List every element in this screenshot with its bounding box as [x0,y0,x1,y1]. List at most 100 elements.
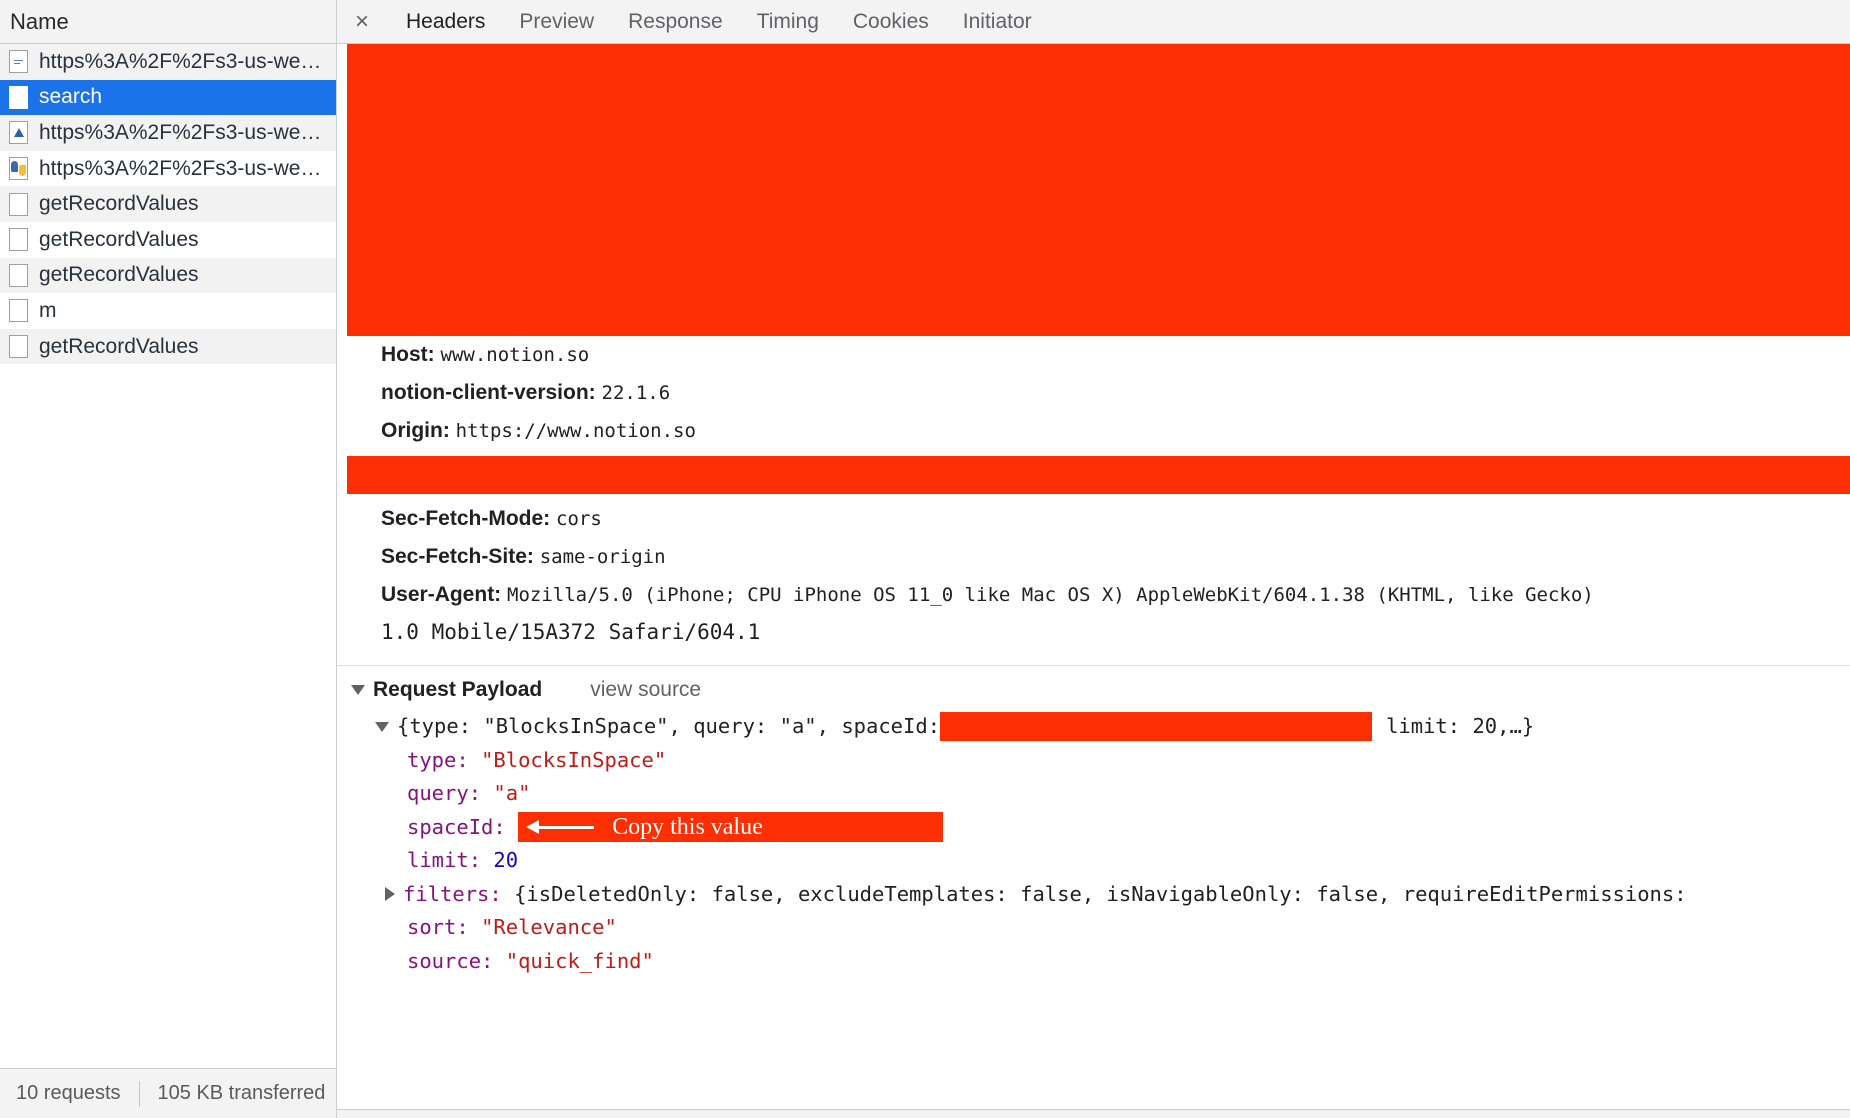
document-blank-icon [9,299,28,323]
redaction-bar-spaceid-summary [940,712,1373,742]
chevron-right-icon[interactable] [385,887,395,902]
copy-this-value-annotation: Copy this value [518,812,944,843]
request-list-item[interactable]: m [0,293,336,329]
payload-entry: filters: {isDeletedOnly: false, excludeT… [375,878,1850,912]
network-status-bar: 10 requests 105 KB transferred [0,1068,336,1118]
request-list-item[interactable]: getRecordValues [0,328,336,365]
payload-entry: sort: "Relevance" [375,911,1850,945]
request-list-column-header[interactable]: Name [0,0,336,44]
user-agent-value-line-1: Mozilla/5.0 (iPhone; CPU iPhone OS 11_0 … [507,584,1594,606]
payload-summary-prefix: {type: "BlocksInSpace", query: "a", spac… [397,714,941,738]
document-lines-icon [9,50,28,74]
header-value: cors [556,508,602,530]
chevron-down-icon-payload-root[interactable] [375,721,389,732]
request-name: search [39,85,103,109]
left-arrow-icon [526,818,596,836]
redaction-bar-headers-top [347,44,1850,336]
header-rows-group-1: Host: www.notion.so notion-client-version… [337,336,1850,450]
document-triangle-icon [9,121,28,145]
document-blank-icon [9,228,28,252]
header-value: 22.1.6 [601,382,671,404]
payload-entry: limit: 20 [375,844,1850,878]
payload-entry: source: "quick_find" [375,945,1850,979]
tab-cookies[interactable]: Cookies [836,0,946,44]
devtools-network-panel: Name https%3A%2F%2Fs3-us-we… search https%… [0,0,1850,1118]
request-list-item[interactable]: getRecordValues [0,221,336,258]
request-list-item[interactable]: search [0,79,336,116]
request-list-item[interactable]: https%3A%2F%2Fs3-us-we… [0,44,336,80]
request-payload-tree: {type: "BlocksInSpace", query: "a", spac… [337,710,1850,978]
detail-bottom-edge [337,1109,1850,1118]
user-agent-value-line-2: 1.0 Mobile/15A372 Safari/604.1 [381,620,761,644]
payload-entry: spaceId: Copy this value [375,811,1850,845]
payload-value: "Relevance" [481,915,617,939]
header-name: notion-client-version: [381,381,596,404]
tab-headers[interactable]: Headers [389,0,502,44]
document-blank-icon [9,263,28,287]
request-name: getRecordValues [39,192,199,216]
header-row: Host: www.notion.so [337,336,1850,374]
status-divider [138,1080,140,1107]
close-icon[interactable]: × [345,5,379,39]
document-python-icon [9,157,28,181]
chevron-down-icon[interactable] [351,685,365,695]
user-agent-row: User-Agent: Mozilla/5.0 (iPhone; CPU iPh… [337,576,1850,651]
tab-preview[interactable]: Preview [502,0,611,44]
request-name: https%3A%2F%2Fs3-us-we… [39,120,322,144]
payload-key: filters: [403,881,502,906]
request-list[interactable]: https%3A%2F%2Fs3-us-we… search https%3A%2F… [0,44,336,1068]
request-payload-header: Request Payload view source [337,666,1850,710]
view-source-link[interactable]: view source [590,678,701,702]
header-value: www.notion.so [440,344,590,366]
request-name: getRecordValues [39,263,199,287]
header-row: Origin: https://www.notion.so [337,412,1850,450]
request-list-item[interactable]: https%3A%2F%2Fs3-us-we… [0,115,336,151]
request-list-item[interactable]: https%3A%2F%2Fs3-us-we… [0,150,336,187]
tab-timing[interactable]: Timing [740,0,836,44]
request-list-item[interactable]: getRecordValues [0,186,336,222]
redaction-bar-header-middle [347,456,1850,494]
payload-summary-suffix: limit: 20,…} [1386,714,1535,738]
annotation-text: Copy this value [612,813,763,840]
header-value: https://www.notion.so [455,420,696,442]
payload-value: {isDeletedOnly: false, excludeTemplates:… [514,881,1687,906]
request-list-panel: Name https%3A%2F%2Fs3-us-we… search https%… [0,0,337,1118]
document-blank-icon [9,85,28,109]
request-name: getRecordValues [39,227,199,251]
detail-tabbar: × Headers Preview Response Timing Cookies Ini… [337,0,1850,44]
request-name: https%3A%2F%2Fs3-us-we… [39,49,322,73]
payload-key: spaceId: [407,814,506,839]
payload-entry-list: type: "BlocksInSpace" query: "a" spaceId: … [375,744,1850,979]
transferred-size: 105 KB transferred [157,1082,326,1104]
header-name: Origin: [381,419,450,442]
payload-value: 20 [493,848,519,872]
header-row: Sec-Fetch-Site: same-origin [337,538,1850,576]
tab-initiator[interactable]: Initiator [946,0,1049,44]
user-agent-line-1: User-Agent: Mozilla/5.0 (iPhone; CPU iPh… [381,576,1850,614]
request-list-item[interactable]: getRecordValues [0,257,336,294]
header-name: Sec-Fetch-Site: [381,545,534,568]
header-name: Host: [381,343,435,366]
header-row: Sec-Fetch-Mode: cors [337,500,1850,538]
payload-summary-row[interactable]: {type: "BlocksInSpace", query: "a", spac… [375,710,1850,744]
header-row: notion-client-version: 22.1.6 [337,374,1850,412]
tab-response[interactable]: Response [611,0,740,44]
header-rows-group-2: Sec-Fetch-Mode: cors Sec-Fetch-Site: same… [337,500,1850,576]
user-agent-label: User-Agent: [381,583,502,606]
payload-value: "a" [493,781,531,805]
payload-key: source: [407,948,494,973]
document-blank-icon [9,335,28,359]
payload-entry: type: "BlocksInSpace" [375,744,1850,778]
payload-key: sort: [407,915,469,939]
request-name: https%3A%2F%2Fs3-us-we… [39,156,322,180]
tab-group: Headers Preview Response Timing Cookies Initi… [389,0,1049,44]
header-name: Sec-Fetch-Mode: [381,507,551,530]
column-header-name: Name [10,8,69,34]
payload-value: "quick_find" [505,948,654,973]
detail-scroll-area[interactable]: Host: www.notion.so notion-client-version… [337,44,1850,1109]
request-payload-title: Request Payload [373,678,543,701]
request-name: m [39,298,57,322]
payload-key: query: [407,781,482,805]
document-blank-icon [9,192,28,216]
payload-value: "BlocksInSpace" [481,747,667,772]
